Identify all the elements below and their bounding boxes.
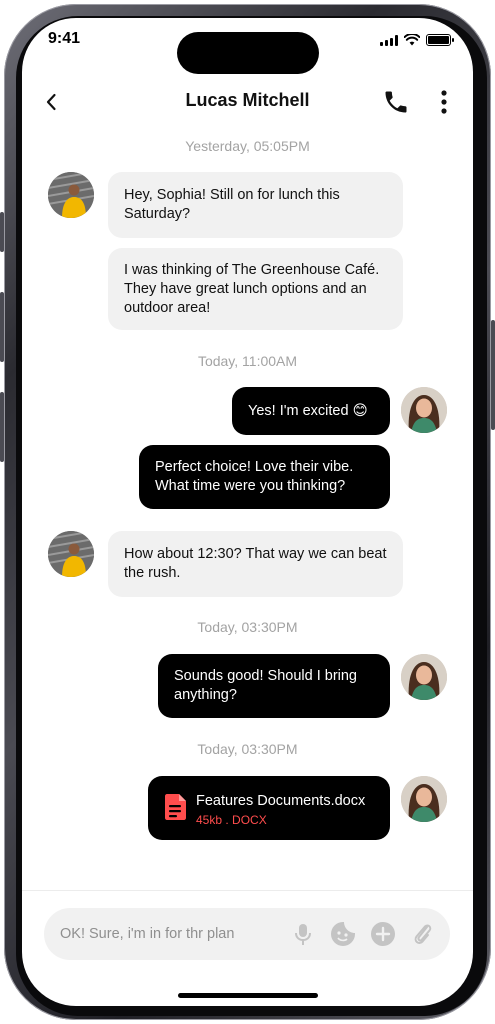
chat-screen: 9:41 Lucas Mitchell Yesterday, 05:05PM H… <box>22 18 473 1006</box>
status-icons <box>380 34 454 46</box>
outgoing-message-bubble: Sounds good! Should I bring anything? <box>158 654 390 718</box>
user-avatar <box>401 776 447 822</box>
attachment-icon[interactable] <box>410 921 436 947</box>
action-side-button <box>0 212 4 252</box>
contact-avatar <box>48 172 94 218</box>
incoming-message-bubble: Hey, Sophia! Still on for lunch this Sat… <box>108 172 403 238</box>
more-options-icon[interactable] <box>432 88 456 116</box>
message-text: Yes! I'm excited 😊 <box>248 402 368 419</box>
file-meta: 45kb . DOCX <box>196 813 267 827</box>
power-side-button <box>491 320 495 430</box>
message-input[interactable] <box>60 922 280 946</box>
file-message-bubble[interactable]: Features Documents.docx 45kb . DOCX <box>148 776 390 840</box>
message-text: I was thinking of The Greenhouse Café. T… <box>124 261 380 316</box>
document-file-icon <box>165 794 186 820</box>
phone-call-icon[interactable] <box>382 88 410 116</box>
timestamp: Yesterday, 05:05PM <box>185 138 310 154</box>
user-avatar <box>401 387 447 433</box>
battery-icon <box>426 34 454 46</box>
incoming-message-bubble: How about 12:30? That way we can beat th… <box>108 531 403 597</box>
volume-down-side-button <box>0 392 4 462</box>
timestamp: Today, 03:30PM <box>197 741 298 757</box>
contact-avatar <box>48 531 94 577</box>
home-indicator <box>178 993 318 998</box>
outgoing-message-bubble: Perfect choice! Love their vibe. What ti… <box>139 445 390 509</box>
cellular-signal-icon <box>380 34 398 46</box>
plus-icon[interactable] <box>370 921 396 947</box>
timestamp: Today, 11:00AM <box>197 353 298 369</box>
message-text: Perfect choice! Love their vibe. What ti… <box>155 459 354 494</box>
status-time: 9:41 <box>48 30 81 47</box>
file-name: Features Documents.docx <box>196 793 366 809</box>
sticker-icon[interactable] <box>330 921 356 947</box>
chat-header: Lucas Mitchell <box>22 84 473 124</box>
timestamp: Today, 03:30PM <box>197 619 298 635</box>
message-text: Sounds good! Should I bring anything? <box>174 668 357 703</box>
message-text: How about 12:30? That way we can beat th… <box>124 546 387 581</box>
user-avatar <box>401 654 447 700</box>
mic-icon[interactable] <box>290 921 316 947</box>
volume-up-side-button <box>0 292 4 362</box>
wifi-icon <box>404 34 420 46</box>
composer-divider <box>22 890 473 891</box>
outgoing-message-bubble: Yes! I'm excited 😊 <box>232 387 390 435</box>
message-composer <box>44 908 450 960</box>
back-arrow-icon[interactable] <box>40 90 64 114</box>
incoming-message-bubble: I was thinking of The Greenhouse Café. T… <box>108 248 403 330</box>
message-text: Hey, Sophia! Still on for lunch this Sat… <box>124 187 340 222</box>
dynamic-island <box>177 32 319 74</box>
